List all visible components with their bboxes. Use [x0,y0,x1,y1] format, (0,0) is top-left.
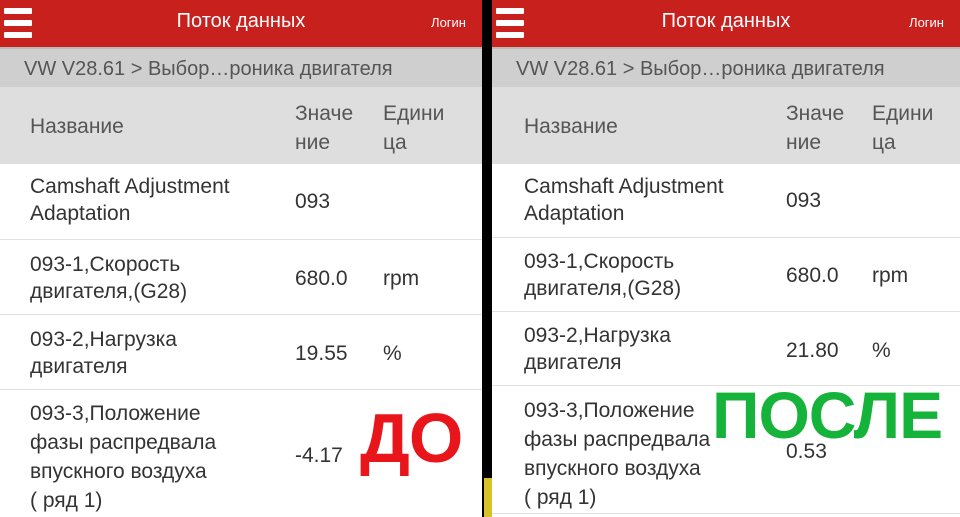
edge-strip [484,478,492,517]
table-row[interactable]: 093-1,Скорость двигателя,(G28) 680.0 rpm [0,240,482,315]
before-label: ДО [360,399,463,477]
table-header: Название Значе ние Едини ца [492,87,960,164]
row-value: -4.17 [295,444,343,467]
column-header-name: Название [524,115,618,138]
row-value: 093 [295,190,331,213]
row-name: 093-2,Нагрузка двигателя [524,324,671,374]
row-value: 21.80 [786,339,839,362]
breadcrumb[interactable]: VW V28.61 > Выбор…роника двигателя [0,47,482,87]
screen-title: Поток данных [176,10,306,32]
row-name: 093-1,Скорость двигателя,(G28) [524,250,682,300]
top-bar: Поток данных Логин [492,0,960,47]
table-row[interactable]: Camshaft Adjustment Adaptation 093 [492,164,960,238]
table-row[interactable]: 093-1,Скорость двигателя,(G28) 680.0 rpm [492,238,960,312]
top-bar: Поток данных Логин [0,0,482,47]
table-row[interactable]: 093-2,Нагрузка двигателя 19.55 % [0,315,482,390]
column-header-name: Название [30,115,124,138]
after-label: ПОСЛЕ [712,378,943,452]
login-link[interactable]: Логин [909,15,944,30]
row-name: Camshaft Adjustment Adaptation [524,175,724,225]
row-value: 680.0 [295,267,348,290]
row-value: 680.0 [786,264,839,287]
table-header: Название Значе ние Едини ца [0,87,482,164]
column-header-unit: Едини ца [383,102,445,154]
breadcrumb[interactable]: VW V28.61 > Выбор…роника двигателя [492,47,960,87]
row-unit: % [383,342,402,365]
row-unit: % [872,339,891,362]
column-header-unit: Едини ца [872,102,934,154]
column-header-value: Значе ние [786,102,845,154]
column-header-value: Значе ние [295,102,354,154]
row-name: 093-1,Скорость двигателя,(G28) [30,253,188,303]
screen-title: Поток данных [661,10,791,32]
row-unit: rpm [872,264,909,287]
table-row[interactable]: 093-2,Нагрузка двигателя 21.80 % [492,312,960,386]
login-link[interactable]: Логин [431,15,466,30]
row-name: 093-3,Положение фазы распредвала впускно… [30,402,217,512]
row-unit: rpm [383,267,420,290]
row-value: 093 [786,189,822,212]
row-value: 19.55 [295,342,348,365]
table-row[interactable]: Camshaft Adjustment Adaptation 093 [0,164,482,240]
row-name: 093-2,Нагрузка двигателя [30,328,177,378]
row-name: Camshaft Adjustment Adaptation [30,175,230,225]
